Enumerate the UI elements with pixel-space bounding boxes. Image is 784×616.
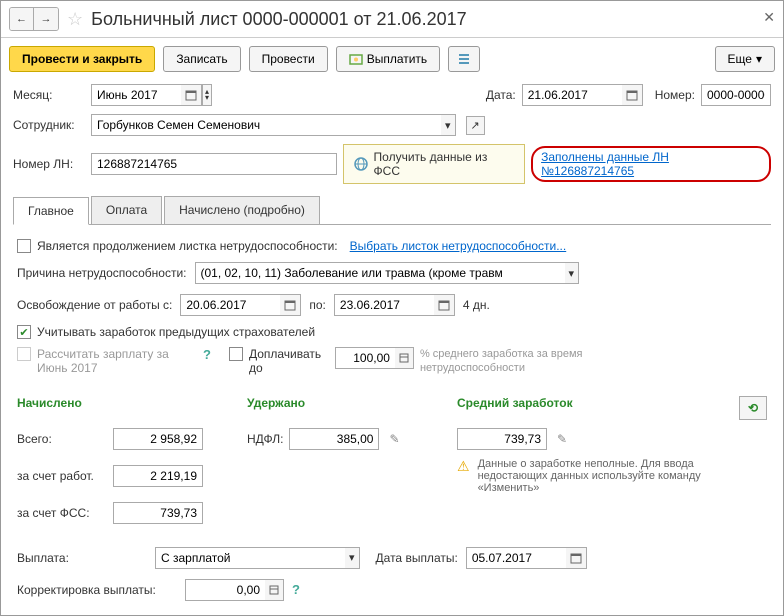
ndfl-label: НДФЛ:: [247, 432, 283, 446]
pay-extra-label: Доплачивать до: [249, 347, 329, 375]
fss-fetch-label: Получить данные из ФСС: [374, 150, 515, 178]
employee-input[interactable]: [91, 114, 441, 136]
globe-icon: [354, 157, 368, 171]
avg-header: Средний заработок: [457, 396, 637, 420]
date-to-input[interactable]: [334, 294, 434, 316]
reason-dropdown-button[interactable]: ▾: [565, 262, 580, 284]
month-calendar-button[interactable]: [181, 84, 202, 106]
post-button[interactable]: Провести: [249, 46, 328, 72]
month-input[interactable]: [91, 84, 181, 106]
total-value[interactable]: [113, 428, 203, 450]
date-label: Дата:: [486, 88, 516, 102]
date-calendar-button[interactable]: [622, 84, 643, 106]
days-count: 4 дн.: [463, 298, 490, 312]
employee-open-button[interactable]: ↗: [466, 116, 485, 135]
continuation-checkbox[interactable]: [17, 239, 31, 253]
window-title: Больничный лист 0000-000001 от 21.06.201…: [91, 9, 466, 30]
month-spinner[interactable]: ▴▾: [202, 84, 212, 106]
percent-description: % среднего заработка за время нетрудоспо…: [420, 347, 620, 376]
number-input[interactable]: [701, 84, 771, 106]
save-button[interactable]: Записать: [163, 46, 240, 72]
fss-label: за счет ФСС:: [17, 506, 107, 520]
close-icon[interactable]: ✕: [763, 9, 775, 26]
date-input[interactable]: [522, 84, 622, 106]
month-label: Месяц:: [13, 88, 85, 102]
calc-salary-label: Рассчитать зарплату за Июнь 2017: [37, 347, 197, 375]
date-from-input[interactable]: [180, 294, 280, 316]
prev-insurers-checkbox[interactable]: ✔: [17, 325, 31, 339]
tab-payment[interactable]: Оплата: [91, 196, 162, 224]
nav-forward-button[interactable]: →: [34, 8, 58, 30]
total-label: Всего:: [17, 432, 107, 446]
help-icon[interactable]: ?: [203, 347, 211, 362]
post-and-close-button[interactable]: Провести и закрыть: [9, 46, 155, 72]
pay-button[interactable]: Выплатить: [336, 46, 441, 72]
number-label: Номер:: [655, 88, 695, 102]
refresh-icon: ⟲: [748, 401, 758, 415]
refresh-button[interactable]: ⟲: [739, 396, 767, 420]
calendar-icon: [570, 552, 582, 564]
ln-number-input[interactable]: [91, 153, 337, 175]
more-button[interactable]: Еще ▾: [715, 46, 775, 72]
payout-dropdown-button[interactable]: ▾: [345, 547, 360, 569]
to-label: по:: [309, 298, 326, 312]
calendar-icon: [185, 89, 197, 101]
percent-calc-button[interactable]: [395, 347, 414, 369]
favorite-star-icon[interactable]: ☆: [67, 9, 83, 30]
fss-value[interactable]: [113, 502, 203, 524]
continuation-label: Является продолжением листка нетрудоспос…: [37, 239, 338, 253]
ndfl-edit-icon[interactable]: ✎: [389, 432, 399, 446]
warning-icon: ⚠: [457, 458, 470, 494]
payout-label: Выплата:: [17, 551, 147, 565]
reason-select[interactable]: [195, 262, 565, 284]
calc-salary-checkbox: [17, 347, 31, 361]
correction-label: Корректировка выплаты:: [17, 583, 177, 597]
tab-accrued[interactable]: Начислено (подробно): [164, 196, 320, 224]
select-sheet-link[interactable]: Выбрать листок нетрудоспособности...: [350, 239, 567, 253]
correction-input[interactable]: [185, 579, 265, 601]
percent-input[interactable]: [335, 347, 395, 369]
reason-label: Причина нетрудоспособности:: [17, 266, 187, 280]
correction-help-icon[interactable]: ?: [292, 582, 300, 597]
money-icon: [349, 52, 363, 66]
employee-label: Сотрудник:: [13, 118, 85, 132]
tab-main[interactable]: Главное: [13, 197, 89, 225]
warning-text: Данные о заработке неполные. Для ввода н…: [478, 458, 738, 494]
payout-date-input[interactable]: [466, 547, 566, 569]
avg-edit-icon[interactable]: ✎: [557, 432, 567, 446]
ln-number-label: Номер ЛН:: [13, 157, 85, 171]
prev-insurers-label: Учитывать заработок предыдущих страховат…: [37, 325, 315, 339]
chevron-down-icon: ▾: [756, 52, 762, 66]
employer-value[interactable]: [113, 465, 203, 487]
accrued-header: Начислено: [17, 396, 247, 420]
date-to-calendar-button[interactable]: [434, 294, 455, 316]
calendar-icon: [284, 299, 296, 311]
nav-back-button[interactable]: ←: [10, 8, 34, 30]
employee-dropdown-button[interactable]: ▾: [441, 114, 456, 136]
more-button-label: Еще: [728, 52, 752, 66]
payout-date-label: Дата выплаты:: [376, 551, 458, 565]
employer-label: за счет работ.: [17, 469, 107, 483]
calculator-icon: [399, 353, 409, 363]
pay-extra-checkbox[interactable]: [229, 347, 243, 361]
ndfl-value[interactable]: [289, 428, 379, 450]
calendar-icon: [626, 89, 638, 101]
ln-data-link[interactable]: Заполнены данные ЛН №126887214765: [531, 146, 771, 182]
release-from-label: Освобождение от работы с:: [17, 298, 172, 312]
payout-select[interactable]: [155, 547, 345, 569]
misc-button[interactable]: [448, 46, 480, 72]
calendar-icon: [438, 299, 450, 311]
date-from-calendar-button[interactable]: [280, 294, 301, 316]
pay-button-label: Выплатить: [367, 52, 428, 66]
fss-fetch-button[interactable]: Получить данные из ФСС: [343, 144, 526, 184]
withheld-header: Удержано: [247, 396, 457, 420]
list-icon: [457, 52, 471, 66]
avg-value[interactable]: [457, 428, 547, 450]
calculator-icon: [269, 585, 279, 595]
correction-calc-button[interactable]: [265, 579, 284, 601]
payout-date-calendar-button[interactable]: [566, 547, 587, 569]
